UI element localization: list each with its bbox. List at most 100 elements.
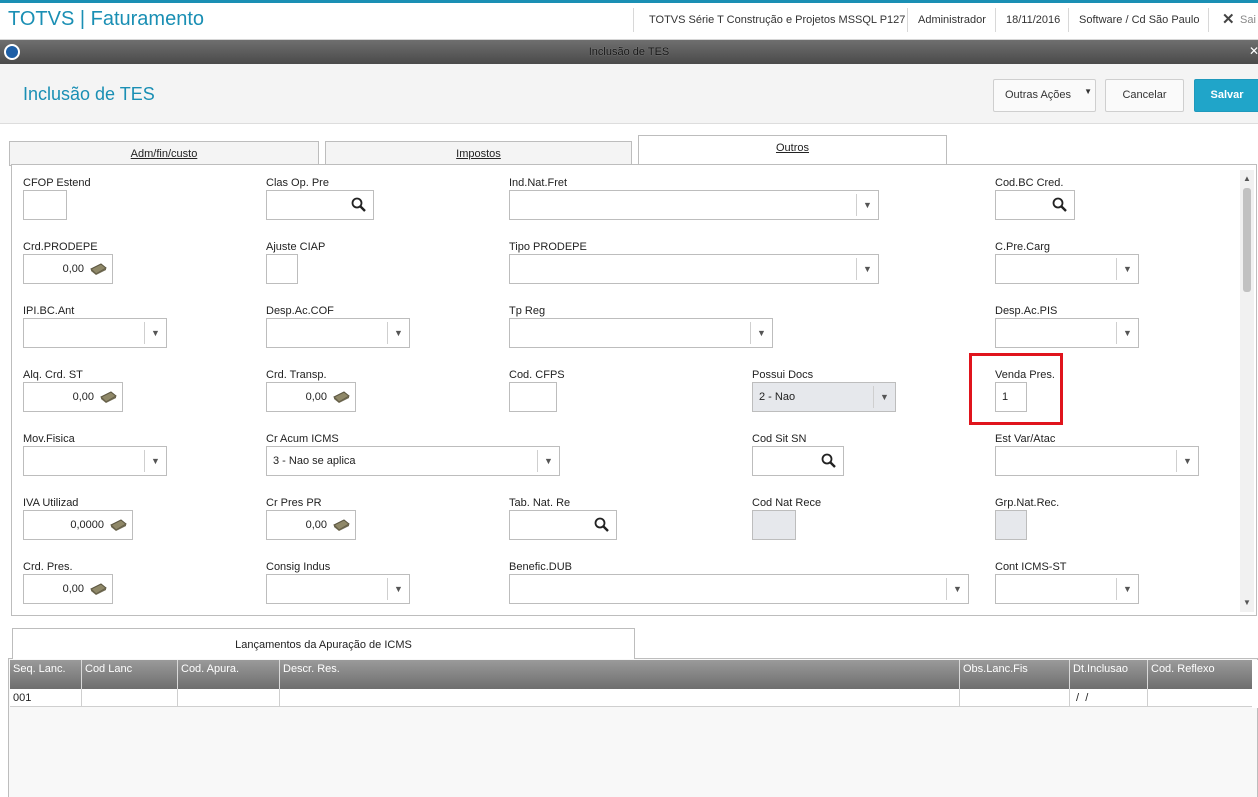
cod-bc-cred-input[interactable]	[995, 190, 1075, 220]
chevron-down-icon[interactable]: ▼	[1116, 578, 1138, 600]
table-cell[interactable]: / /	[1070, 689, 1148, 707]
tab-outros[interactable]: Outros	[638, 135, 947, 166]
money-icon[interactable]	[332, 391, 350, 403]
chevron-down-icon[interactable]: ▼	[873, 386, 895, 408]
consig-indus-select[interactable]: ▼	[266, 574, 410, 604]
table-cell[interactable]	[1148, 689, 1252, 707]
branch-label[interactable]: Software / Cd São Paulo	[1079, 12, 1199, 28]
chevron-down-icon[interactable]: ▼	[144, 450, 166, 472]
chevron-down-icon[interactable]: ▼	[537, 450, 559, 472]
cod-cfps-input[interactable]	[509, 382, 557, 412]
ind-nat-fret-label: Ind.Nat.Fret	[509, 177, 568, 189]
est-var-atac-select[interactable]: ▼	[995, 446, 1199, 476]
benefic-dub-select[interactable]: ▼	[509, 574, 969, 604]
divider	[907, 8, 908, 32]
iva-utilizad-label: IVA Utilizad	[23, 497, 79, 509]
alq-crd-st-input[interactable]: 0,00	[23, 382, 123, 412]
tab-impostos[interactable]: Impostos	[325, 141, 632, 166]
money-icon[interactable]	[109, 519, 127, 531]
cancel-button[interactable]: Cancelar	[1105, 79, 1184, 112]
column-header[interactable]: Cod Lanc	[82, 660, 178, 689]
column-header[interactable]: Obs.Lanc.Fis	[960, 660, 1070, 689]
crd-prodepe-input[interactable]: 0,00	[23, 254, 113, 284]
column-header[interactable]: Cod. Reflexo	[1148, 660, 1252, 689]
tab-adm-fin-custo[interactable]: Adm/fin/custo	[9, 141, 319, 166]
money-icon[interactable]	[89, 583, 107, 595]
chevron-down-icon[interactable]: ▼	[1116, 258, 1138, 280]
column-header[interactable]: Seq. Lanc.	[10, 660, 82, 689]
tab-nat-re-label: Tab. Nat. Re	[509, 497, 571, 509]
alq-crd-st-label: Alq. Crd. ST	[23, 369, 83, 381]
chevron-down-icon[interactable]: ▼	[387, 322, 409, 344]
chevron-down-icon[interactable]: ▼	[856, 258, 878, 280]
close-icon[interactable]: ✕	[1222, 10, 1235, 28]
chevron-down-icon[interactable]: ▼	[856, 194, 878, 216]
desp-ac-pis-select[interactable]: ▼	[995, 318, 1139, 348]
table-cell[interactable]	[82, 689, 178, 707]
ajuste-ciap-input[interactable]	[266, 254, 298, 284]
money-icon[interactable]	[332, 519, 350, 531]
tab-label: Outros	[775, 142, 809, 154]
scroll-down-icon[interactable]: ▼	[1243, 598, 1251, 607]
possui-docs-select[interactable]: 2 - Nao ▼	[752, 382, 896, 412]
cod-sit-sn-input[interactable]	[752, 446, 844, 476]
ind-nat-fret-select[interactable]: ▼	[509, 190, 879, 220]
search-icon[interactable]	[594, 517, 610, 533]
tab-lancamentos-apuracao[interactable]: Lançamentos da Apuração de ICMS	[12, 628, 635, 659]
table-cell[interactable]: 001	[10, 689, 82, 707]
mov-fisica-select[interactable]: ▼	[23, 446, 167, 476]
tab-nat-re-input[interactable]	[509, 510, 617, 540]
exit-label[interactable]: Sai	[1240, 12, 1256, 28]
table-cell[interactable]	[178, 689, 280, 707]
chevron-down-icon[interactable]: ▼	[1116, 322, 1138, 344]
cfop-estend-input[interactable]	[23, 190, 67, 220]
mov-fisica-label: Mov.Fisica	[23, 433, 75, 445]
search-icon[interactable]	[821, 453, 837, 469]
chevron-down-icon[interactable]: ▼	[1176, 450, 1198, 472]
search-icon[interactable]	[351, 197, 367, 213]
chevron-down-icon[interactable]: ▼	[750, 322, 772, 344]
table-cell[interactable]	[280, 689, 960, 707]
search-icon[interactable]	[1052, 197, 1068, 213]
column-header[interactable]: Cod. Apura.	[178, 660, 280, 689]
save-button[interactable]: Salvar	[1194, 79, 1258, 112]
iva-utilizad-input[interactable]: 0,0000	[23, 510, 133, 540]
money-icon[interactable]	[99, 391, 117, 403]
tp-reg-label: Tp Reg	[509, 305, 546, 317]
user-name[interactable]: Administrador	[918, 12, 986, 28]
cod-nat-rece-label: Cod Nat Rece	[752, 497, 822, 509]
column-header[interactable]: Descr. Res.	[280, 660, 960, 689]
money-icon[interactable]	[89, 263, 107, 275]
cod-nat-rece-input[interactable]	[752, 510, 796, 540]
scroll-thumb[interactable]	[1243, 188, 1251, 292]
tp-reg-select[interactable]: ▼	[509, 318, 773, 348]
clas-op-pre-input[interactable]	[266, 190, 374, 220]
cr-pres-pr-input[interactable]: 0,00	[266, 510, 356, 540]
grid-nav-buttons[interactable]	[1252, 660, 1258, 708]
desp-ac-cof-select[interactable]: ▼	[266, 318, 410, 348]
cr-acum-icms-label: Cr Acum ICMS	[266, 433, 339, 445]
cont-icms-st-select[interactable]: ▼	[995, 574, 1139, 604]
other-actions-button[interactable]: Outras Ações ▼	[993, 79, 1096, 112]
crd-transp-input[interactable]: 0,00	[266, 382, 356, 412]
desp-ac-cof-label: Desp.Ac.COF	[266, 305, 334, 317]
cr-acum-icms-select[interactable]: 3 - Nao se aplica ▼	[266, 446, 560, 476]
desp-ac-pis-label: Desp.Ac.PIS	[995, 305, 1058, 317]
c-pre-carg-select[interactable]: ▼	[995, 254, 1139, 284]
table-cell[interactable]	[960, 689, 1070, 707]
chevron-down-icon[interactable]: ▼	[946, 578, 968, 600]
chevron-down-icon[interactable]: ▼	[144, 322, 166, 344]
app-title: TOTVS | Faturamento	[8, 8, 205, 30]
ipi-bc-ant-label: IPI.BC.Ant	[23, 305, 75, 317]
column-header[interactable]: Dt.Inclusao	[1070, 660, 1148, 689]
grp-nat-rec-input[interactable]	[995, 510, 1027, 540]
ipi-bc-ant-select[interactable]: ▼	[23, 318, 167, 348]
field-value: 0,00	[305, 519, 327, 531]
crd-pres-input[interactable]: 0,00	[23, 574, 113, 604]
window-close-icon[interactable]: ✕	[1249, 44, 1258, 58]
tipo-prodepe-select[interactable]: ▼	[509, 254, 879, 284]
form-scrollbar[interactable]: ▲ ▼	[1240, 170, 1254, 612]
chevron-down-icon[interactable]: ▼	[387, 578, 409, 600]
crd-transp-label: Crd. Transp.	[266, 369, 327, 381]
scroll-up-icon[interactable]: ▲	[1243, 174, 1251, 183]
